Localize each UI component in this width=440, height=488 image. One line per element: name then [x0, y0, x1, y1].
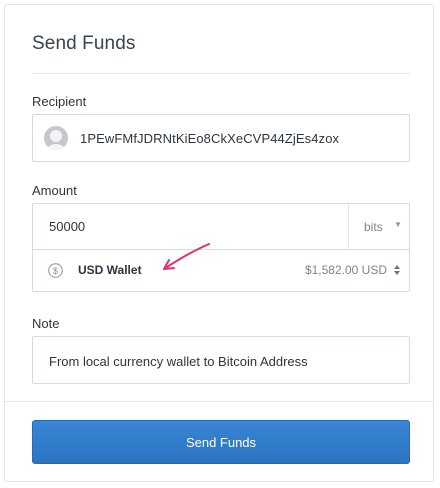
user-avatar-icon	[44, 126, 68, 150]
recipient-address: 1PEwFMfJDRNtKiEo8CkXeCVP44ZjEs4zox	[80, 131, 340, 146]
unit-select[interactable]: bits ▼	[348, 204, 410, 249]
note-label: Note	[32, 316, 60, 331]
recipient-field[interactable]: 1PEwFMfJDRNtKiEo8CkXeCVP44ZjEs4zox	[32, 114, 410, 162]
recipient-label: Recipient	[32, 94, 87, 109]
footer-divider	[5, 401, 433, 402]
amount-value: 50000	[49, 219, 86, 234]
page-title: Send Funds	[32, 33, 136, 54]
up-down-caret-icon	[394, 265, 400, 275]
send-funds-card: Send Funds Recipient 1PEwFMfJDRNtKiEo8Ck…	[4, 4, 434, 482]
svg-text:$: $	[53, 266, 58, 276]
chevron-down-icon: ▼	[394, 220, 402, 229]
amount-label: Amount	[32, 183, 77, 198]
title-divider	[32, 73, 410, 74]
note-field[interactable]: From local currency wallet to Bitcoin Ad…	[32, 336, 410, 384]
send-funds-button[interactable]: Send Funds	[32, 420, 410, 464]
wallet-name: USD Wallet	[78, 263, 142, 277]
dollar-coin-icon: $	[48, 263, 63, 278]
amount-field-group: 50000 bits ▼ $ USD Wallet $1,582.00 USD	[32, 203, 410, 292]
wallet-select[interactable]: $ USD Wallet $1,582.00 USD	[33, 250, 409, 291]
note-value: From local currency wallet to Bitcoin Ad…	[49, 354, 308, 369]
arrow-annotation-icon	[163, 243, 210, 270]
wallet-balance: $1,582.00 USD	[304, 263, 387, 277]
unit-label: bits	[364, 220, 383, 234]
amount-input[interactable]: 50000 bits ▼	[33, 204, 409, 250]
